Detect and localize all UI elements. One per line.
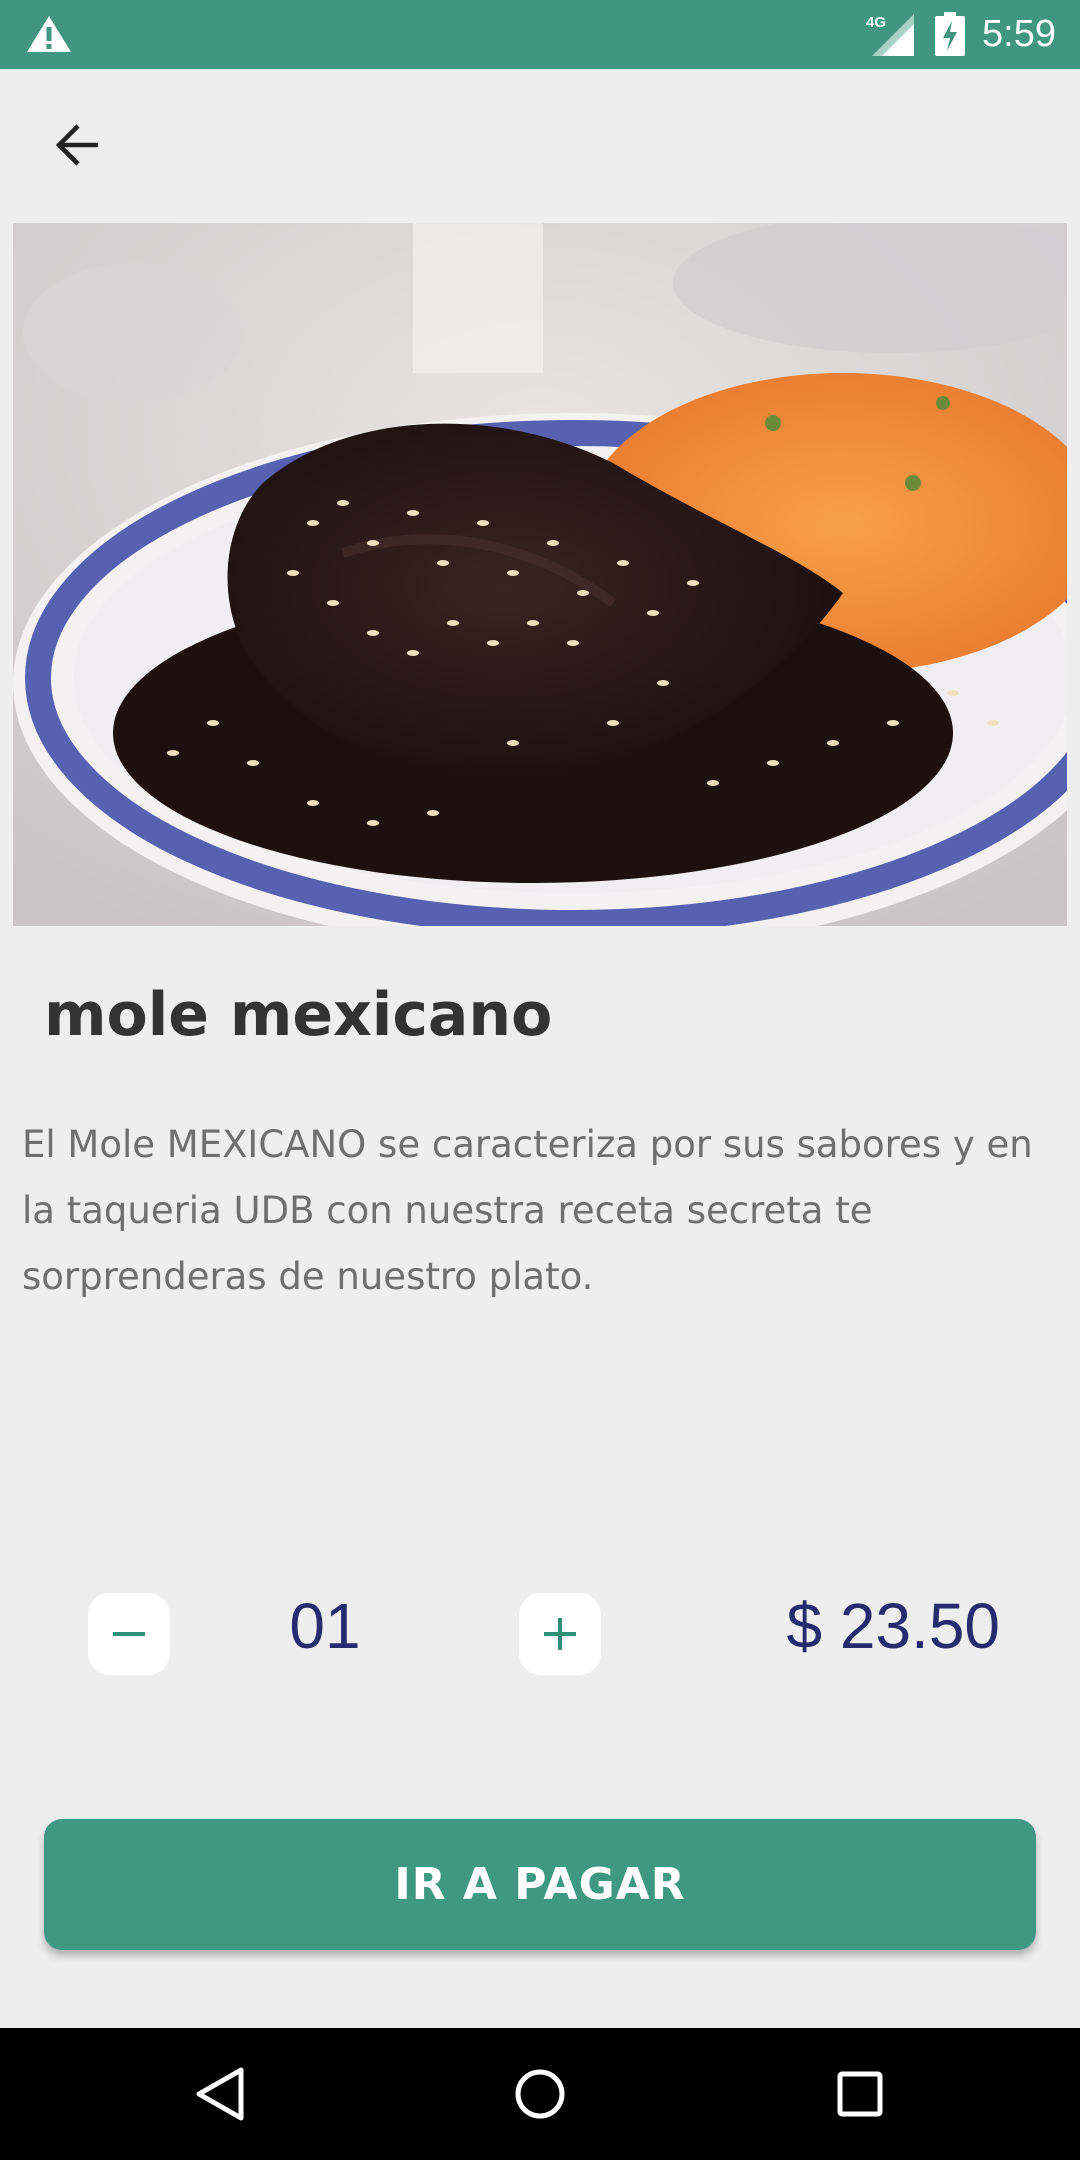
dish-image — [13, 223, 1067, 926]
decrement-button[interactable] — [88, 1593, 170, 1675]
nav-back-icon — [196, 2067, 244, 2121]
network-type-label: 4G — [866, 14, 886, 31]
back-button[interactable] — [38, 110, 118, 180]
nav-recents-icon — [837, 2071, 883, 2117]
signal-icon: 4G — [866, 14, 914, 56]
dish-title: mole mexicano — [44, 980, 553, 1050]
nav-home-icon — [515, 2069, 565, 2119]
warning-icon — [27, 16, 71, 52]
nav-back-button[interactable] — [180, 2054, 260, 2134]
status-time: 5:59 — [982, 13, 1056, 55]
system-nav-bar — [0, 2028, 1080, 2160]
status-bar: 4G 5:59 — [0, 0, 1080, 69]
arrow-back-icon — [55, 124, 98, 166]
price-label: $ 23.50 — [786, 1590, 1000, 1662]
increment-button[interactable] — [519, 1593, 601, 1675]
nav-home-button[interactable] — [500, 2054, 580, 2134]
battery-charging-icon — [935, 12, 965, 56]
quantity-value: 01 — [289, 1590, 361, 1662]
plus-icon — [544, 1618, 576, 1650]
nav-recents-button[interactable] — [820, 2054, 900, 2134]
product-detail-screen: 4G 5:59 mole mexicano El Mole MEXICANO s… — [0, 0, 1080, 2160]
minus-icon — [113, 1632, 145, 1636]
dish-description: El Mole MEXICANO se caracteriza por sus … — [22, 1123, 1033, 1298]
pay-button[interactable]: IR A PAGAR — [44, 1819, 1036, 1950]
